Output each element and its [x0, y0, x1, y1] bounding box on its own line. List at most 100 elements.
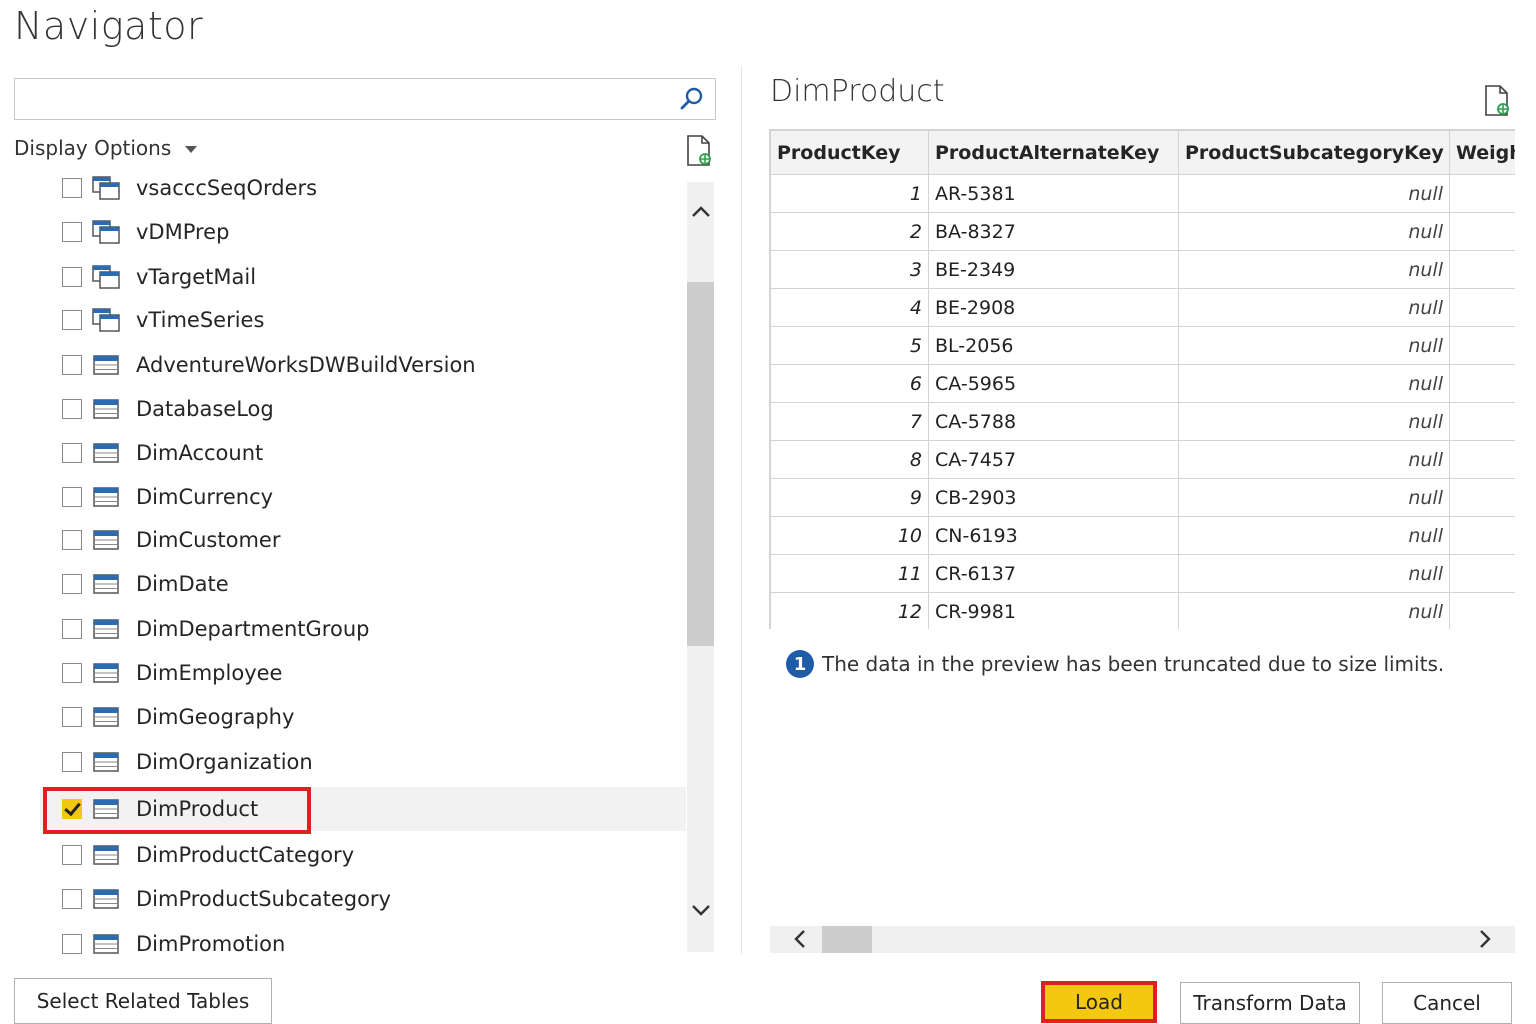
- search-box[interactable]: [14, 78, 716, 120]
- table-row: 1 AR-5381 null: [770, 174, 1515, 213]
- item-checkbox[interactable]: [62, 889, 82, 909]
- table-cell: 2: [770, 212, 929, 251]
- list-item-label: DimAccount: [136, 441, 264, 465]
- list-item[interactable]: DimEmployee: [40, 651, 686, 695]
- list-item[interactable]: DimProduct: [40, 787, 686, 831]
- list-item[interactable]: DimAccount: [40, 431, 686, 475]
- display-options-label: Display Options: [14, 136, 172, 160]
- table-cell: BA-8327: [928, 212, 1179, 251]
- item-checkbox[interactable]: [62, 310, 82, 330]
- column-header[interactable]: ProductSubcategoryKey: [1178, 130, 1450, 175]
- item-checkbox[interactable]: [62, 799, 82, 819]
- list-item-label: vTargetMail: [136, 265, 257, 289]
- list-item[interactable]: DimCurrency: [40, 475, 686, 519]
- column-header[interactable]: ProductKey: [770, 130, 929, 175]
- table-icon: [92, 441, 120, 465]
- list-scrollbar[interactable]: [687, 182, 714, 952]
- table-cell: 11: [770, 554, 929, 593]
- item-checkbox[interactable]: [62, 574, 82, 594]
- list-item[interactable]: vsacccSeqOrders: [40, 166, 686, 210]
- search-input[interactable]: [15, 79, 715, 119]
- pane-divider: [741, 66, 742, 954]
- list-item[interactable]: DimGeography: [40, 695, 686, 739]
- item-checkbox[interactable]: [62, 178, 82, 198]
- table-row: 2 BA-8327 null: [770, 212, 1515, 251]
- search-icon[interactable]: [679, 86, 705, 112]
- table-cell: BE-2349: [928, 250, 1179, 289]
- item-checkbox[interactable]: [62, 530, 82, 550]
- list-item[interactable]: DimPromotion: [40, 922, 686, 954]
- table-row: 5 BL-2056 null: [770, 326, 1515, 365]
- item-checkbox[interactable]: [62, 267, 82, 287]
- item-checkbox[interactable]: [62, 752, 82, 772]
- list-item[interactable]: DimDate: [40, 562, 686, 606]
- item-checkbox[interactable]: [62, 487, 82, 507]
- navigator-list[interactable]: vsacccSeqOrders vDMPrep vTargetMail vTimeSe…: [40, 166, 686, 954]
- view-icon: [92, 308, 120, 332]
- chevron-up-icon[interactable]: [691, 202, 711, 222]
- column-header[interactable]: ProductAlternateKey: [928, 130, 1179, 175]
- item-checkbox[interactable]: [62, 222, 82, 242]
- item-checkbox[interactable]: [62, 443, 82, 463]
- table-cell: [1449, 212, 1515, 251]
- table-cell: null: [1178, 516, 1450, 555]
- table-cell: 6: [770, 364, 929, 403]
- view-icon: [92, 176, 120, 200]
- display-options-dropdown[interactable]: Display Options: [14, 136, 198, 160]
- list-item-label: DimProductCategory: [136, 843, 355, 867]
- transform-data-button[interactable]: Transform Data: [1180, 982, 1360, 1024]
- list-item[interactable]: vTimeSeries: [40, 298, 686, 342]
- table-cell: BE-2908: [928, 288, 1179, 327]
- table-cell: 10: [770, 516, 929, 555]
- table-cell: [1449, 288, 1515, 327]
- list-item[interactable]: DimProductSubcategory: [40, 877, 686, 921]
- preview-title: DimProduct: [770, 74, 945, 109]
- table-cell: [1449, 592, 1515, 629]
- item-checkbox[interactable]: [62, 934, 82, 954]
- list-item-label: vDMPrep: [136, 220, 230, 244]
- scrollbar-thumb[interactable]: [687, 282, 714, 646]
- list-item-label: DimGeography: [136, 705, 295, 729]
- column-header[interactable]: Weigh: [1449, 130, 1515, 175]
- list-item[interactable]: DimDepartmentGroup: [40, 607, 686, 651]
- refresh-icon[interactable]: [684, 134, 714, 168]
- item-checkbox[interactable]: [62, 399, 82, 419]
- item-checkbox[interactable]: [62, 619, 82, 639]
- list-item-label: DimOrganization: [136, 750, 313, 774]
- page-title: Navigator: [14, 4, 204, 48]
- table-cell: [1449, 174, 1515, 213]
- list-item[interactable]: DimProductCategory: [40, 833, 686, 877]
- list-item-label: AdventureWorksDWBuildVersion: [136, 353, 476, 377]
- list-item[interactable]: vTargetMail: [40, 255, 686, 299]
- notice-text: The data in the preview has been truncat…: [822, 652, 1445, 676]
- chevron-left-icon[interactable]: [790, 929, 810, 949]
- item-checkbox[interactable]: [62, 707, 82, 727]
- cancel-button[interactable]: Cancel: [1382, 982, 1512, 1024]
- list-item[interactable]: DatabaseLog: [40, 387, 686, 431]
- list-item-label: DimProduct: [136, 797, 259, 821]
- table-horizontal-scrollbar[interactable]: [770, 926, 1515, 953]
- table-icon: [92, 932, 120, 954]
- list-item[interactable]: vDMPrep: [40, 210, 686, 254]
- table-row: 12 CR-9981 null: [770, 592, 1515, 629]
- table-icon: [92, 887, 120, 911]
- list-item[interactable]: DimOrganization: [40, 740, 686, 784]
- chevron-right-icon[interactable]: [1475, 929, 1495, 949]
- select-related-tables-button[interactable]: Select Related Tables: [14, 978, 272, 1024]
- table-cell: null: [1178, 288, 1450, 327]
- load-button[interactable]: Load: [1041, 981, 1157, 1023]
- scrollbar-thumb[interactable]: [822, 926, 872, 953]
- item-checkbox[interactable]: [62, 355, 82, 375]
- table-cell: CA-7457: [928, 440, 1179, 479]
- table-cell: [1449, 250, 1515, 289]
- refresh-icon[interactable]: [1482, 84, 1512, 118]
- item-checkbox[interactable]: [62, 845, 82, 865]
- table-header-row: ProductKey ProductAlternateKey ProductSubc…: [770, 130, 1515, 175]
- item-checkbox[interactable]: [62, 663, 82, 683]
- chevron-down-icon: [185, 145, 198, 153]
- list-item[interactable]: DimCustomer: [40, 518, 686, 562]
- table-cell: [1449, 440, 1515, 479]
- table-cell: 4: [770, 288, 929, 327]
- chevron-down-icon[interactable]: [691, 900, 711, 920]
- list-item[interactable]: AdventureWorksDWBuildVersion: [40, 343, 686, 387]
